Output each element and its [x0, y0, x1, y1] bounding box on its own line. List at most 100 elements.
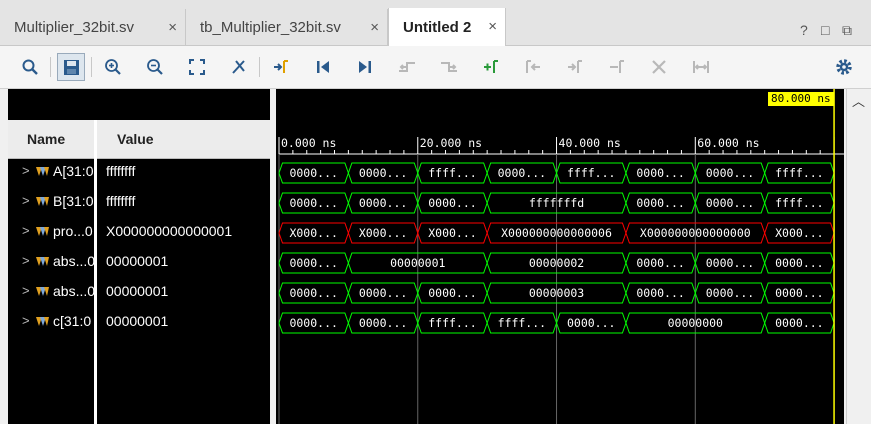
expand-chevron-icon[interactable]: > — [22, 313, 30, 328]
bus-value-label: 0000... — [289, 196, 337, 210]
close-icon[interactable]: × — [168, 19, 177, 36]
search-icon[interactable] — [16, 53, 44, 81]
bus-value-label: X000000000000006 — [501, 226, 612, 240]
bus-value-label: X000... — [428, 226, 476, 240]
bus-value-label: X000... — [359, 226, 407, 240]
bus-value-label: 0000... — [636, 196, 684, 210]
bus-value-label: 0000... — [289, 316, 337, 330]
bus-value-label: 00000002 — [529, 256, 584, 270]
bus-value-label: 00000000 — [668, 316, 723, 330]
close-icon[interactable]: × — [370, 19, 379, 36]
bus-value-label: 0000... — [775, 256, 823, 270]
tab-tb-multiplier-32bit[interactable]: tb_Multiplier_32bit.sv × — [186, 9, 388, 45]
waveform-area[interactable]: 0.000 ns 20.000 ns 40.000 ns 60.000 ns 0000.… — [276, 89, 844, 424]
bus-value-label: ffff... — [775, 166, 823, 180]
bus-value-label: 0000... — [359, 166, 407, 180]
bus-signal-icon — [36, 317, 49, 326]
tab-untitled-2[interactable]: Untitled 2 × — [388, 8, 506, 46]
signal-value: 00000001 — [106, 313, 169, 329]
bus-value-label: 00000001 — [390, 256, 445, 270]
signal-list-header: Name Value — [8, 120, 270, 159]
scroll-up-icon[interactable]: ︿ — [852, 91, 865, 110]
add-marker-icon[interactable] — [477, 53, 505, 81]
bus-value-label: 0000... — [706, 286, 754, 300]
signal-value: X000000000000001 — [106, 223, 233, 239]
close-icon[interactable]: × — [488, 18, 497, 35]
tab-multiplier-32bit[interactable]: Multiplier_32bit.sv × — [0, 9, 186, 45]
name-column-header[interactable]: Name — [27, 120, 65, 158]
bus-value-label: 0000... — [359, 286, 407, 300]
time-label: 0.000 ns — [281, 136, 336, 150]
time-label: 60.000 ns — [697, 136, 759, 150]
previous-marker-icon[interactable] — [519, 53, 547, 81]
expand-chevron-icon[interactable]: > — [22, 223, 30, 238]
next-transition-icon[interactable] — [435, 53, 463, 81]
go-to-start-icon[interactable] — [309, 53, 337, 81]
bus-value-label: 0000... — [636, 166, 684, 180]
float-icon[interactable]: ⧉ — [842, 22, 852, 39]
signal-name: A[31:0 — [53, 163, 94, 179]
delete-marker-icon[interactable] — [645, 53, 673, 81]
next-marker-icon[interactable] — [561, 53, 589, 81]
signal-row[interactable]: > c[31:0 00000001 — [8, 308, 270, 338]
bus-signal-icon — [36, 197, 49, 206]
settings-icon[interactable] — [830, 53, 858, 81]
zoom-out-icon[interactable] — [141, 53, 169, 81]
swap-cursors-icon[interactable] — [603, 53, 631, 81]
bus-value-label: ffff... — [428, 316, 476, 330]
bus-value-label: 0000... — [289, 286, 337, 300]
signal-name: pro...0 — [53, 223, 93, 239]
bus-value-label: 0000... — [428, 286, 476, 300]
bus-value-label: 0000... — [706, 196, 754, 210]
signal-row[interactable]: > abs...0 00000001 — [8, 248, 270, 278]
expand-chevron-icon[interactable]: > — [22, 283, 30, 298]
vertical-scrollbar[interactable]: ︿ — [846, 89, 871, 424]
bus-value-label: 00000003 — [529, 286, 584, 300]
tab-label: tb_Multiplier_32bit.sv — [200, 18, 341, 36]
signal-row[interactable]: > pro...0 X000000000000001 — [8, 218, 270, 248]
go-to-cursor-icon[interactable] — [267, 53, 295, 81]
go-to-end-icon[interactable] — [351, 53, 379, 81]
signal-name: c[31:0 — [53, 313, 92, 329]
signal-value: ffffffff — [106, 193, 136, 209]
bus-value-label: X000000000000000 — [640, 226, 751, 240]
signal-value: 00000001 — [106, 253, 169, 269]
bus-value-label: 0000... — [289, 256, 337, 270]
save-icon[interactable] — [57, 53, 85, 81]
signal-row[interactable]: > B[31:0 ffffffff — [8, 188, 270, 218]
bus-value-label: 0000... — [636, 256, 684, 270]
signal-row[interactable]: > abs...0 00000001 — [8, 278, 270, 308]
bus-value-label: 0000... — [567, 316, 615, 330]
bus-value-label: 0000... — [775, 316, 823, 330]
bus-value-label: ffff... — [428, 166, 476, 180]
expand-chevron-icon[interactable]: > — [22, 163, 30, 178]
waveform-window: Multiplier_32bit.sv × tb_Multiplier_32bi… — [0, 0, 871, 424]
bus-value-label: X000... — [289, 226, 337, 240]
zoom-fit-icon[interactable] — [183, 53, 211, 81]
bus-signal-icon — [36, 287, 49, 296]
bus-value-label: 0000... — [428, 196, 476, 210]
cursor-snap-icon[interactable] — [225, 53, 253, 81]
expand-chevron-icon[interactable]: > — [22, 193, 30, 208]
signal-row[interactable]: > A[31:0 ffffffff — [8, 158, 270, 188]
restore-icon[interactable]: □ — [821, 22, 829, 38]
bus-value-label: ffff... — [498, 316, 546, 330]
previous-transition-icon[interactable] — [393, 53, 421, 81]
help-icon[interactable]: ? — [800, 22, 808, 38]
signal-value: ffffffff — [106, 163, 136, 179]
bus-value-label: 0000... — [498, 166, 546, 180]
signal-value: 00000001 — [106, 283, 169, 299]
bus-value-label: ffff... — [775, 196, 823, 210]
expand-chevron-icon[interactable]: > — [22, 253, 30, 268]
bus-value-label: ffff... — [567, 166, 615, 180]
waveform-toolbar — [0, 46, 871, 89]
marker-span-icon[interactable] — [687, 53, 715, 81]
tab-bar: Multiplier_32bit.sv × tb_Multiplier_32bi… — [0, 0, 871, 46]
tab-label: Multiplier_32bit.sv — [14, 18, 135, 36]
zoom-in-icon[interactable] — [99, 53, 127, 81]
bus-value-label: 0000... — [359, 316, 407, 330]
signal-name: B[31:0 — [53, 193, 94, 209]
value-column-header[interactable]: Value — [117, 120, 154, 158]
bus-signal-icon — [36, 257, 49, 266]
bus-value-label: 0000... — [775, 286, 823, 300]
